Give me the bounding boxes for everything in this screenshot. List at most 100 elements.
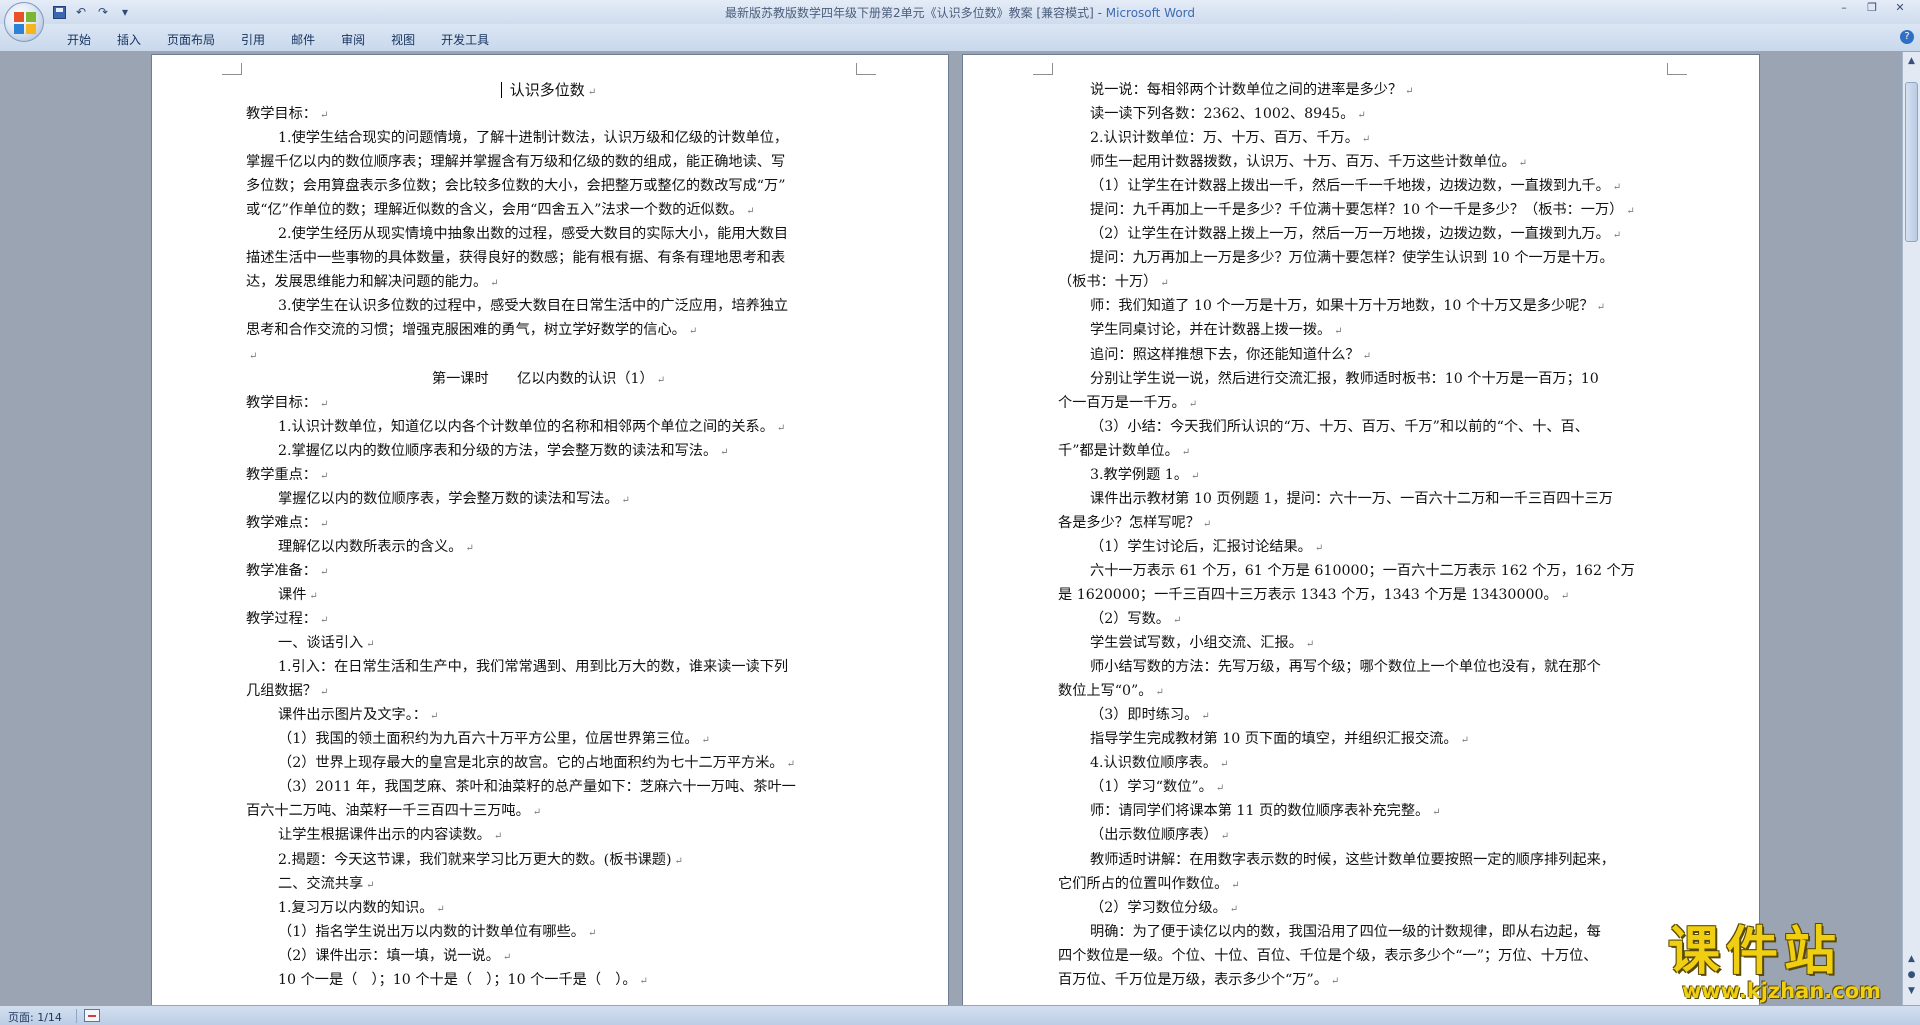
status-bar: 页面: 1/14 xyxy=(0,1005,1920,1025)
line-text: 教师适时讲解：在用数字表示数的时候，这些计数单位要按照一定的顺序排列起来， xyxy=(1090,851,1615,868)
line-text: 指导学生完成教材第 10 页下面的填空，并组织汇报交流。 xyxy=(1090,731,1458,748)
text-line: （1）学习“数位”。 xyxy=(1058,775,1663,799)
text-line: 认识多位数 xyxy=(246,78,851,102)
crop-mark xyxy=(856,63,876,75)
text-line: （3）即时练习。 xyxy=(1058,703,1663,727)
text-line: 追问：照这样推想下去，你还能知道什么？ xyxy=(1058,343,1663,367)
document-area[interactable]: 认识多位数教学目标： 1.使学生结合现实的问题情境，了解十进制计数法，认识万级和亿… xyxy=(0,52,1902,1005)
restore-button[interactable]: ❐ xyxy=(1858,0,1886,18)
line-text: 百万位、千万位是万级，表示多少个“万”。 xyxy=(1058,971,1328,988)
line-text: 师生一起用计数器拨数，认识万、十万、百万、千万这些计数单位。 xyxy=(1090,154,1516,171)
line-text: 掌握千亿以内的数位顺序表；理解并掌握含有万级和亿级的数的组成，能正确地读、写 xyxy=(246,154,786,171)
title-bar: 最新版苏教版数学四年级下册第2单元《认识多位数》教案 [兼容模式] - Micr… xyxy=(0,0,1920,24)
office-button[interactable] xyxy=(4,2,44,42)
crop-mark xyxy=(222,63,242,75)
line-text: 教学目标： xyxy=(246,394,317,411)
text-line: 理解亿以内数所表示的含义。 xyxy=(246,535,851,559)
tab-view[interactable]: 视图 xyxy=(378,29,428,50)
text-line: （2）让学生在计数器上拨上一万，然后一万一万地拨，边拨边数，一直拨到九万。 xyxy=(1058,222,1663,246)
line-text: 百六十二万吨、油菜籽一千三百四十三万吨。 xyxy=(246,803,530,820)
text-line: 提问：九万再加上一万是多少？万位满十要怎样？使学生认识到 10 个一万是十万。 xyxy=(1058,246,1663,270)
line-text: （1）我国的领土面积约为九百六十万平方公里，位居世界第三位。 xyxy=(278,731,699,748)
save-button[interactable] xyxy=(50,3,68,21)
text-line: 2.使学生经历从现实情境中抽象出数的过程，感受大数目的实际大小，能用大数目 xyxy=(246,222,851,246)
text-line: （2）课件出示：填一填，说一说。 xyxy=(246,944,851,968)
office-logo-icon xyxy=(14,12,36,34)
text-line: 1.引入：在日常生活和生产中，我们常常遇到、用到比万大的数，谁来读一读下列 xyxy=(246,655,851,679)
text-line: 教学难点： xyxy=(246,511,851,535)
text-line: （1）学生讨论后，汇报讨论结果。 xyxy=(1058,535,1663,559)
tab-mailings[interactable]: 邮件 xyxy=(278,29,328,50)
proofing-status-icon[interactable] xyxy=(84,1009,100,1022)
line-text: 一、谈话引入 xyxy=(278,635,364,652)
line-text: （1）让学生在计数器上拨出一千，然后一千一千地拨，边拨边数，一直拨到九千。 xyxy=(1090,178,1610,195)
line-text: 追问：照这样推想下去，你还能知道什么？ xyxy=(1090,346,1360,363)
line-text: 教学重点： xyxy=(246,466,317,483)
minimize-button[interactable]: – xyxy=(1830,0,1858,18)
text-line: 3.教学例题 1。 xyxy=(1058,463,1663,487)
tab-review[interactable]: 审阅 xyxy=(328,29,378,50)
ribbon-tabs: 开始 插入 页面布局 引用 邮件 审阅 视图 开发工具 ? xyxy=(0,24,1920,52)
watermark-url: www.kjzhan.com xyxy=(1682,979,1882,1003)
tab-page-layout[interactable]: 页面布局 xyxy=(154,29,228,50)
line-text: 几组数据？ xyxy=(246,683,317,700)
text-line: （出示数位顺序表） xyxy=(1058,823,1663,847)
text-line: 3.使学生在认识多位数的过程中，感受大数目在日常生活中的广泛应用，培养独立 xyxy=(246,294,851,318)
text-line: （3）小结：今天我们所认识的“万、十万、百万、千万”和以前的“个、十、百、 xyxy=(1058,415,1663,439)
line-text: （2）学习数位分级。 xyxy=(1090,899,1227,916)
quick-access-toolbar: ↶ ↷ ▾ xyxy=(50,3,134,21)
scroll-up-icon[interactable]: ▲ xyxy=(1905,54,1918,68)
line-text: 让学生根据课件出示的内容读数。 xyxy=(278,827,491,844)
text-line: 二、交流共享 xyxy=(246,872,851,896)
tab-insert[interactable]: 插入 xyxy=(104,29,154,50)
text-line: 师：请同学们将课本第 11 页的数位顺序表补充完整。 xyxy=(1058,799,1663,823)
line-text: 千”都是计数单位。 xyxy=(1058,442,1179,459)
text-line: 师小结写数的方法：先写万级，再写个级；哪个数位上一个单位也没有，就在那个 xyxy=(1058,655,1663,679)
text-line: 百六十二万吨、油菜籽一千三百四十三万吨。 xyxy=(246,799,851,823)
text-line: 师：我们知道了 10 个一万是十万，如果十万十万地数，10 个十万又是多少呢？ xyxy=(1058,294,1663,318)
text-line: 教学目标： xyxy=(246,391,851,415)
undo-button[interactable]: ↶ xyxy=(72,3,90,21)
text-line: 10 个一是（ ）；10 个十是（ ）；10 个一千是（ ）。 xyxy=(246,968,851,992)
text-cursor xyxy=(500,82,502,98)
line-text: 是 1620000；一千三百四十三万表示 1343 个万，1343 个万是 13… xyxy=(1058,586,1558,603)
line-text: 4.认识数位顺序表。 xyxy=(1090,755,1218,772)
crop-mark xyxy=(1033,63,1053,75)
window-controls: – ❐ ✕ xyxy=(1830,0,1914,18)
text-line: 各是多少？怎样写呢？ xyxy=(1058,511,1663,535)
text-line: 教学准备： xyxy=(246,559,851,583)
document-title: 最新版苏教版数学四年级下册第2单元《认识多位数》教案 [兼容模式] - xyxy=(724,6,1106,20)
tab-home[interactable]: 开始 xyxy=(54,29,104,50)
text-line: 教学目标： xyxy=(246,102,851,126)
text-line: （2）写数。 xyxy=(1058,607,1663,631)
page-count[interactable]: 页面: 1/14 xyxy=(8,1009,62,1025)
text-line: （1）指名学生说出万以内数的计数单位有哪些。 xyxy=(246,920,851,944)
scroll-thumb[interactable] xyxy=(1905,82,1918,242)
line-text: 教学难点： xyxy=(246,514,317,531)
tab-references[interactable]: 引用 xyxy=(228,29,278,50)
text-line: 思考和合作交流的习惯；增强克服困难的勇气，树立学好数学的信心。 xyxy=(246,318,851,342)
document-page-1[interactable]: 认识多位数教学目标： 1.使学生结合现实的问题情境，了解十进制计数法，认识万级和亿… xyxy=(152,55,948,1005)
text-line: 1.使学生结合现实的问题情境，了解十进制计数法，认识万级和亿级的计数单位， xyxy=(246,126,851,150)
line-text: 多位数；会用算盘表示多位数；会比较多位数的大小，会把整万或整亿的数改写成“万” xyxy=(246,178,786,195)
line-text: 或“亿”作单位的数；理解近似数的含义，会用“四舍五入”法求一个数的近似数。 xyxy=(246,202,744,219)
line-text: 六十一万表示 61 个万，61 个万是 610000；一百六十二万表示 162 … xyxy=(1090,562,1635,579)
line-text: 数位上写“0”。 xyxy=(1058,683,1153,700)
vertical-scrollbar[interactable]: ▲ ▲ ● ▼ xyxy=(1902,52,1920,1005)
text-line: 四个数位是一级。个位、十位、百位、千位是个级，表示多少个“一”；万位、十万位、 xyxy=(1058,944,1663,968)
page-text: 说一说：每相邻两个计数单位之间的进率是多少？ 读一读下列各数：2362、1002、… xyxy=(1058,78,1663,992)
line-text: 分别让学生说一说，然后进行交流汇报，教师适时板书：10 个十万是一百万；10 xyxy=(1090,370,1599,387)
tab-developer[interactable]: 开发工具 xyxy=(428,29,502,50)
window-title: 最新版苏教版数学四年级下册第2单元《认识多位数》教案 [兼容模式] - Micr… xyxy=(0,4,1920,21)
text-line: 课件出示图片及文字。： xyxy=(246,703,851,727)
document-page-2[interactable]: 说一说：每相邻两个计数单位之间的进率是多少？ 读一读下列各数：2362、1002、… xyxy=(963,55,1759,1005)
text-line: （1）让学生在计数器上拨出一千，然后一千一千地拨，边拨边数，一直拨到九千。 xyxy=(1058,174,1663,198)
line-text: （3）2011 年，我国芝麻、茶叶和油菜籽的总产量如下：芝麻六十一万吨、茶叶一 xyxy=(278,779,796,796)
text-line: 它们所占的位置叫作数位。 xyxy=(1058,872,1663,896)
customize-qat-button[interactable]: ▾ xyxy=(116,3,134,21)
redo-button[interactable]: ↷ xyxy=(94,3,112,21)
line-text: 个一百万是一千万。 xyxy=(1058,394,1186,411)
help-icon[interactable]: ? xyxy=(1900,30,1914,44)
close-button[interactable]: ✕ xyxy=(1886,0,1914,18)
page-text: 认识多位数教学目标： 1.使学生结合现实的问题情境，了解十进制计数法，认识万级和亿… xyxy=(246,78,851,992)
